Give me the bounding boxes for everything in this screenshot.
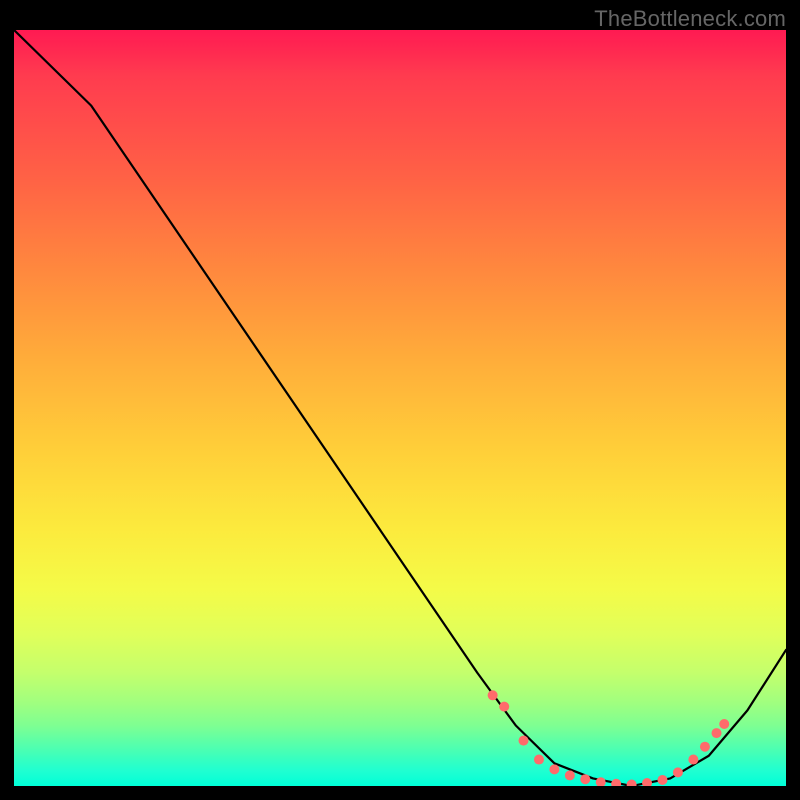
data-point-marker [673,767,683,777]
data-point-marker [700,742,710,752]
data-point-marker [499,702,509,712]
marker-group [488,690,730,786]
data-point-marker [580,774,590,784]
data-point-marker [611,779,621,786]
data-point-marker [688,755,698,765]
curve-line [14,30,786,786]
data-point-marker [642,778,652,786]
data-point-marker [534,755,544,765]
chart-overlay [14,30,786,786]
data-point-marker [488,690,498,700]
data-point-marker [712,728,722,738]
data-point-marker [519,736,529,746]
chart-area [14,30,786,786]
data-point-marker [549,764,559,774]
data-point-marker [657,775,667,785]
watermark-text: TheBottleneck.com [594,6,786,32]
data-point-marker [719,719,729,729]
data-point-marker [565,770,575,780]
data-point-marker [627,779,637,786]
